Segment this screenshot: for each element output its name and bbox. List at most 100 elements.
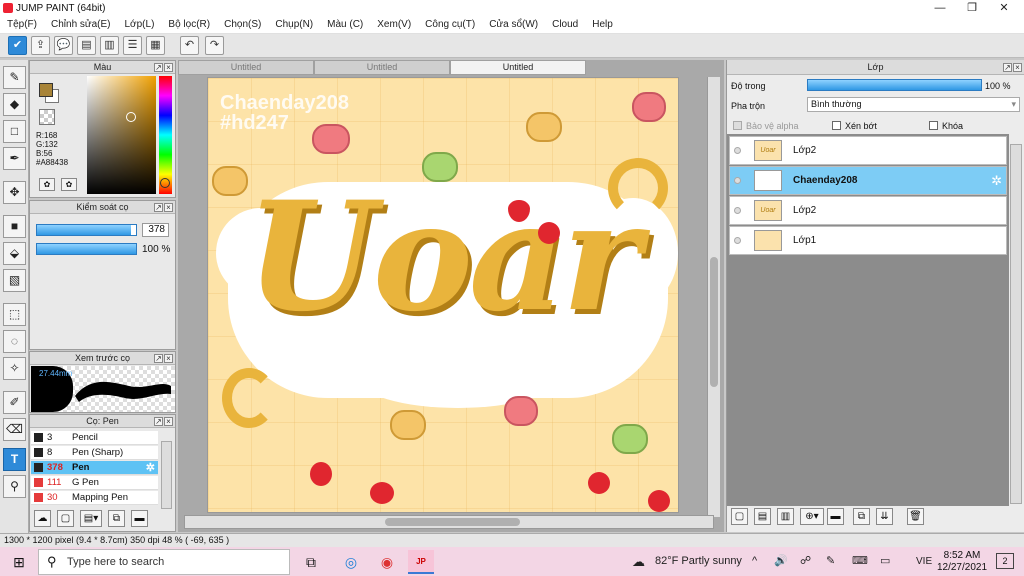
visibility-icon[interactable]: [734, 177, 741, 184]
chevron-up-icon[interactable]: ^: [752, 547, 757, 576]
eraser-tool-icon[interactable]: ◆: [3, 93, 26, 116]
menu-help[interactable]: Help: [585, 19, 620, 30]
menu-cloud[interactable]: Cloud: [545, 19, 585, 30]
brush-menu-icon[interactable]: ▤▾: [80, 510, 102, 527]
menu-window[interactable]: Cửa sổ(W): [482, 19, 545, 30]
pen-workspace-icon[interactable]: ✎: [826, 547, 835, 576]
brush-item-pen[interactable]: 378 Pen ✲: [31, 461, 158, 475]
new-layer-8bit-icon[interactable]: ▤: [754, 508, 771, 525]
vertical-scrollbar[interactable]: [707, 77, 720, 517]
page-icon[interactable]: ▥: [100, 36, 119, 55]
brush-copy-icon[interactable]: ⧉: [108, 510, 125, 527]
clock-date[interactable]: 12/27/2021: [936, 562, 988, 573]
gradient-tool-icon[interactable]: ▧: [3, 269, 26, 292]
jump-paint-taskbar-icon[interactable]: JP: [408, 550, 434, 574]
comment-icon[interactable]: 💬: [54, 36, 73, 55]
taskbar-search-box[interactable]: ⚲ Type here to search: [38, 549, 290, 575]
panel-close-icon[interactable]: ×: [164, 63, 173, 72]
protect-alpha-checkbox[interactable]: [733, 121, 742, 130]
menu-file[interactable]: Tệp(F): [0, 19, 44, 30]
visibility-icon[interactable]: [734, 237, 741, 244]
brush-size-input[interactable]: 378: [142, 223, 169, 237]
clock-time[interactable]: 8:52 AM: [942, 550, 982, 561]
float-icon[interactable]: ↗: [154, 63, 163, 72]
display-icon[interactable]: ▭: [880, 547, 890, 576]
list-icon[interactable]: ☰: [123, 36, 142, 55]
brush-opacity-slider[interactable]: [36, 243, 137, 255]
gear-icon[interactable]: ✲: [146, 461, 155, 475]
panel-close-icon[interactable]: ×: [164, 354, 173, 363]
brush-folder-icon[interactable]: ▬: [131, 510, 148, 527]
speaker-icon[interactable]: 🔊: [774, 547, 788, 576]
merge-layer-icon[interactable]: ⇊: [876, 508, 893, 525]
lock-checkbox[interactable]: [929, 121, 938, 130]
layer-list-scrollbar[interactable]: [1010, 144, 1022, 504]
input-language[interactable]: VIE: [916, 547, 932, 576]
close-button[interactable]: ✕: [988, 0, 1020, 16]
brush-size-slider[interactable]: [36, 224, 137, 236]
maximize-button[interactable]: ❐: [956, 0, 988, 16]
edge-browser-icon[interactable]: ◎: [338, 550, 364, 574]
menu-tools[interactable]: Công cụ(T): [418, 19, 482, 30]
task-view-icon[interactable]: ⧉: [298, 550, 324, 574]
undo-icon[interactable]: ↶: [180, 36, 199, 55]
gear-icon[interactable]: ✲: [991, 173, 1002, 189]
brush-list-scrollbar[interactable]: [161, 441, 172, 509]
layer-item[interactable]: Lớp1: [729, 226, 1007, 255]
fill-rect-tool-icon[interactable]: ■: [3, 215, 26, 238]
layer-item[interactable]: Uoar Lớp2: [729, 136, 1007, 165]
notification-center-icon[interactable]: 2: [996, 553, 1014, 569]
tab-untitled-1[interactable]: Untitled: [178, 60, 314, 75]
lasso-select-icon[interactable]: ◌: [3, 330, 26, 353]
tab-untitled-3[interactable]: Untitled: [450, 60, 586, 75]
layer-item-selected[interactable]: Chaenday208 ✲: [729, 166, 1007, 195]
bucket-tool-icon[interactable]: ⬙: [3, 242, 26, 265]
menu-capture[interactable]: Chụp(N): [268, 19, 320, 30]
brush-tool-icon[interactable]: ✎: [3, 66, 26, 89]
float-icon[interactable]: ↗: [154, 203, 163, 212]
new-brush-icon[interactable]: ▢: [57, 510, 74, 527]
drawing-canvas[interactable]: Uoar Chaenday208 #hd247: [207, 77, 679, 513]
delete-layer-icon[interactable]: 🗑: [907, 508, 924, 525]
palette-icon[interactable]: ✿: [39, 178, 55, 191]
layer-folder-icon[interactable]: ▬: [827, 508, 844, 525]
share-icon[interactable]: ⇪: [31, 36, 50, 55]
brush-item-pencil[interactable]: 3 Pencil: [31, 431, 158, 445]
foreground-color-swatch[interactable]: [39, 83, 53, 97]
float-icon[interactable]: ↗: [154, 417, 163, 426]
blend-mode-select[interactable]: Bình thường ▾: [807, 97, 1020, 112]
rect-select-icon[interactable]: ⬚: [3, 303, 26, 326]
copy-layer-icon[interactable]: ⧉: [853, 508, 870, 525]
saturation-value-picker[interactable]: [87, 76, 156, 194]
text-tool-icon[interactable]: T: [3, 448, 26, 471]
float-icon[interactable]: ↗: [154, 354, 163, 363]
visibility-icon[interactable]: [734, 147, 741, 154]
menu-layer[interactable]: Lớp(L): [118, 19, 162, 30]
shape-tool-icon[interactable]: □: [3, 120, 26, 143]
vertical-scroll-thumb[interactable]: [710, 257, 718, 387]
hue-slider[interactable]: [159, 76, 172, 194]
move-tool-icon[interactable]: ✥: [3, 181, 26, 204]
float-icon[interactable]: ↗: [1003, 63, 1012, 72]
minimize-button[interactable]: —: [924, 0, 956, 16]
weather-icon[interactable]: ☁: [632, 547, 645, 576]
horizontal-scrollbar[interactable]: [184, 515, 714, 529]
panel-close-icon[interactable]: ×: [164, 417, 173, 426]
tab-untitled-2[interactable]: Untitled: [314, 60, 450, 75]
chat-icon[interactable]: ▤: [77, 36, 96, 55]
weather-text[interactable]: 82°F Partly sunny: [655, 547, 742, 576]
select-eraser-icon[interactable]: ⌫: [3, 418, 26, 441]
transparent-swatch[interactable]: [39, 109, 55, 125]
color-set-icon[interactable]: ✿: [61, 178, 77, 191]
color-picker-cursor[interactable]: [126, 112, 136, 122]
hue-cursor[interactable]: [160, 178, 170, 188]
panel-close-icon[interactable]: ×: [164, 203, 173, 212]
chrome-browser-icon[interactable]: ◉: [374, 550, 400, 574]
layer-item[interactable]: Uoar Lớp2: [729, 196, 1007, 225]
panel-close-icon[interactable]: ×: [1013, 63, 1022, 72]
network-icon[interactable]: ☍: [800, 547, 811, 576]
magic-wand-icon[interactable]: ✧: [3, 357, 26, 380]
visibility-icon[interactable]: [734, 207, 741, 214]
pen-tool-icon[interactable]: ✒: [3, 147, 26, 170]
menu-edit[interactable]: Chỉnh sửa(E): [44, 19, 118, 30]
